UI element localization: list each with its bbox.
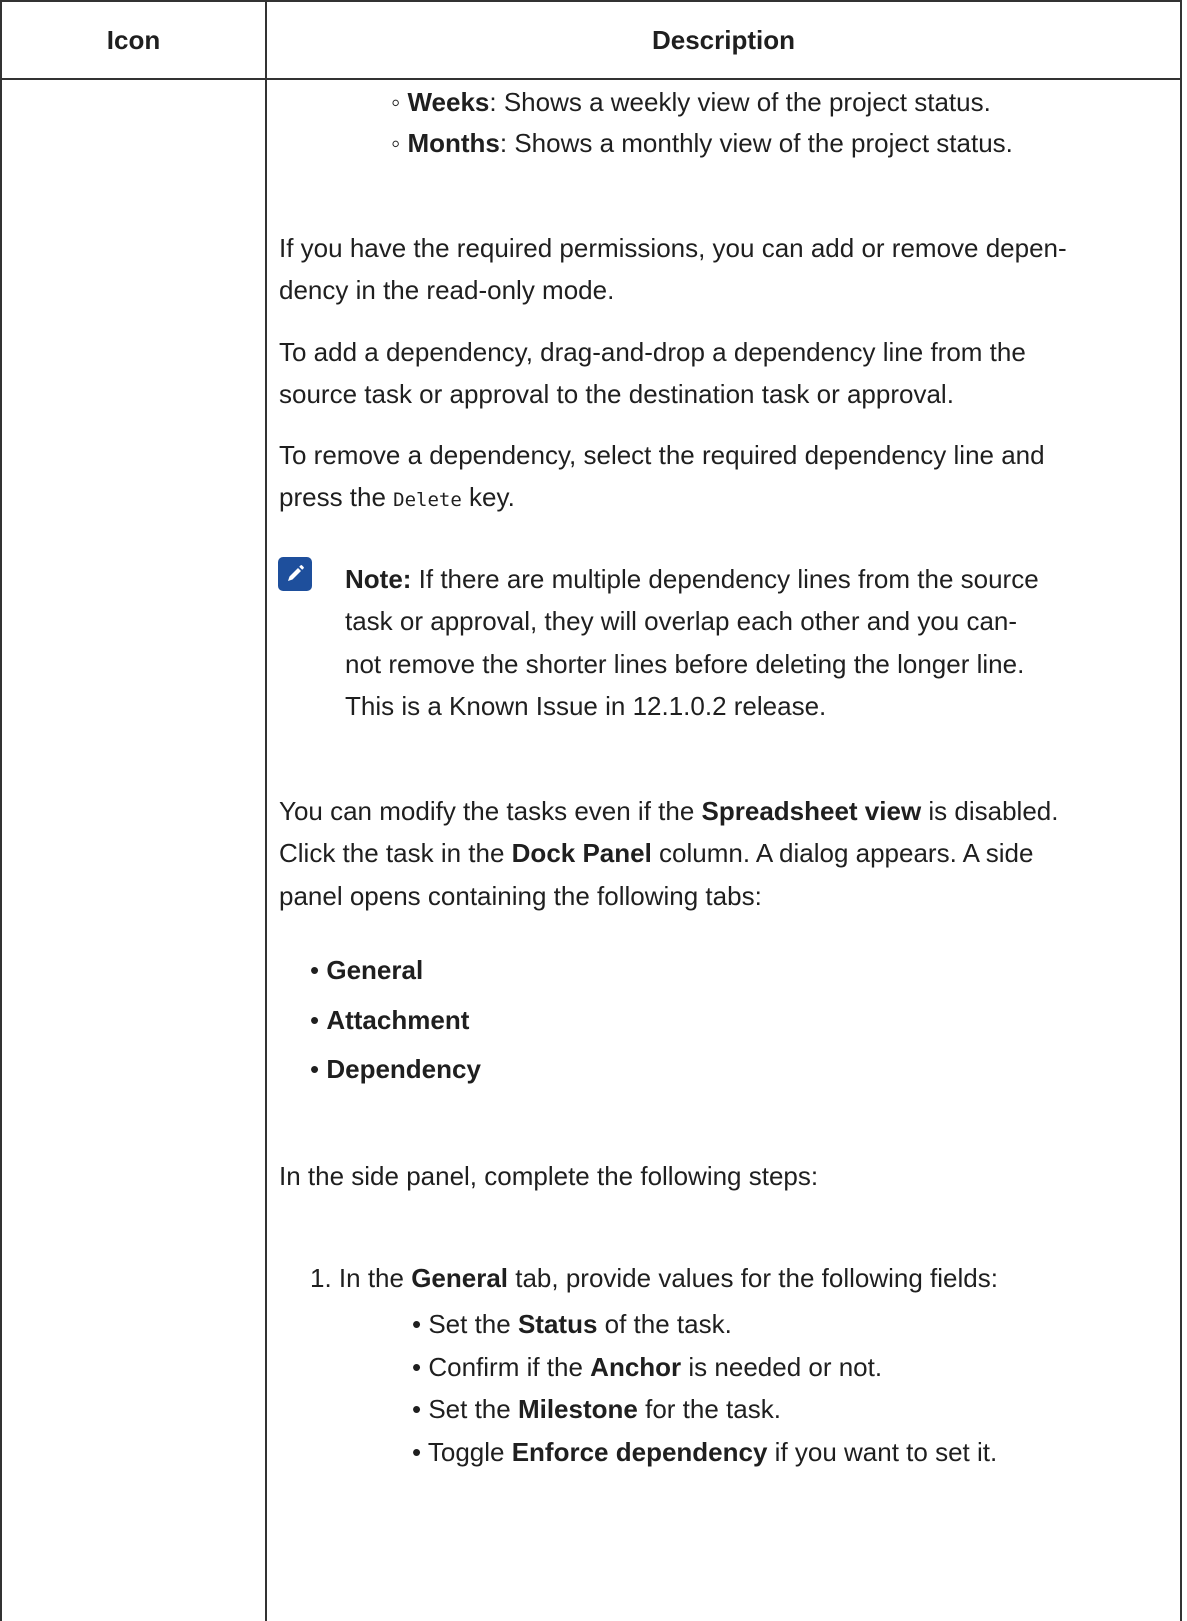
bullet: •: [310, 1054, 320, 1084]
para-modify-line3: panel opens containing the following tab…: [279, 881, 762, 911]
para-modify-text-end: column. A dialog appears. A side: [651, 838, 1034, 868]
para-remove-text-end: key.: [461, 482, 515, 512]
para-remove-text: press the: [279, 482, 394, 512]
para-add-line1: To add a dependency, drag-and-drop a dep…: [279, 337, 1026, 367]
spreadsheet-view-term: Spreadsheet view: [701, 796, 922, 826]
bullet: •: [412, 1309, 422, 1339]
field-text-end: if you want to set it.: [767, 1437, 998, 1467]
tabs-list-item: • Dependency: [310, 1051, 481, 1087]
note-line1: Note: If there are multiple dependency l…: [345, 561, 1039, 597]
tabs-list-item: • Attachment: [310, 1002, 469, 1038]
sub-term: Months: [407, 128, 500, 158]
sub-bullet: ◦: [391, 128, 401, 158]
sub-bullet: ◦: [391, 87, 401, 117]
general-term: General: [411, 1263, 509, 1293]
bullet: •: [310, 1005, 320, 1035]
sub-text: : Shows a weekly view of the project sta…: [489, 87, 991, 117]
bullet: •: [412, 1394, 422, 1424]
field-text-end: of the task.: [597, 1309, 732, 1339]
header-icon-cell: Icon: [2, 2, 267, 78]
step-1: 1. In the General tab, provide values fo…: [310, 1260, 998, 1296]
column-divider: [265, 80, 267, 1621]
field-text: Set the: [421, 1394, 518, 1424]
para-permissions-line1: If you have the required permissions, yo…: [279, 233, 1067, 263]
field-term: Milestone: [517, 1394, 638, 1424]
bullet: •: [412, 1437, 422, 1467]
table-header-row: Icon Description: [2, 0, 1180, 80]
step-text: In the: [331, 1263, 412, 1293]
field-item-anchor: • Confirm if the Anchor is needed or not…: [412, 1349, 882, 1385]
para-modify-line2: Click the task in the Dock Panel column.…: [279, 835, 1033, 871]
bullet: •: [310, 955, 320, 985]
sub-text: : Shows a monthly view of the project st…: [499, 128, 1013, 158]
tabs-list-item: • General: [310, 952, 423, 988]
field-item-status: • Set the Status of the task.: [412, 1306, 732, 1342]
para-permissions-line2: dency in the read-only mode.: [279, 275, 615, 305]
note-text: If there are multiple dependency lines f…: [411, 564, 1039, 594]
para-add-line2: source task or approval to the destinati…: [279, 379, 954, 409]
field-text: Set the: [421, 1309, 518, 1339]
step-text-end: tab, provide values for the following fi…: [508, 1263, 998, 1293]
note-line3: not remove the shorter lines before dele…: [345, 649, 1025, 679]
field-term: Anchor: [590, 1352, 682, 1382]
para-modify-text-end: is disabled.: [921, 796, 1059, 826]
note-line2: task or approval, they will overlap each…: [345, 606, 1018, 636]
note-label: Note:: [345, 564, 412, 594]
note-line4: This is a Known Issue in 12.1.0.2 releas…: [345, 691, 827, 721]
bullet: •: [412, 1352, 422, 1382]
sub-list-item-weeks: ◦ Weeks: Shows a weekly view of the proj…: [391, 84, 991, 120]
field-text-end: for the task.: [637, 1394, 781, 1424]
field-text-end: is needed or not.: [681, 1352, 883, 1382]
para-modify-line1: You can modify the tasks even if the Spr…: [279, 793, 1058, 829]
dock-panel-term: Dock Panel: [511, 838, 652, 868]
tab-name: Attachment: [326, 1005, 470, 1035]
para-remove-line1: To remove a dependency, select the requi…: [279, 440, 1045, 470]
field-term: Status: [517, 1309, 598, 1339]
key-code: Delete: [393, 489, 462, 511]
sub-term: Weeks: [407, 87, 490, 117]
field-item-milestone: • Set the Milestone for the task.: [412, 1391, 781, 1427]
field-term: Enforce dependency: [511, 1437, 768, 1467]
tab-name: Dependency: [326, 1054, 481, 1084]
para-modify-text: You can modify the tasks even if the: [279, 796, 702, 826]
header-description-cell: Description: [651, 24, 796, 55]
field-item-enforce-dependency: • Toggle Enforce dependency if you want …: [412, 1434, 997, 1470]
sub-list-item-months: ◦ Months: Shows a monthly view of the pr…: [391, 125, 1013, 161]
step-number: 1.: [310, 1263, 332, 1293]
para-remove-line2: press the Delete key.: [279, 479, 515, 518]
para-steps: In the side panel, complete the followin…: [279, 1161, 819, 1191]
para-modify-text: Click the task in the: [279, 838, 512, 868]
description-table: Icon Description ◦ Weeks: Shows a weekly…: [0, 0, 1182, 1621]
tab-name: General: [326, 955, 424, 985]
field-text: Toggle: [421, 1437, 512, 1467]
field-text: Confirm if the: [421, 1352, 591, 1382]
pencil-note-icon: [278, 557, 312, 591]
